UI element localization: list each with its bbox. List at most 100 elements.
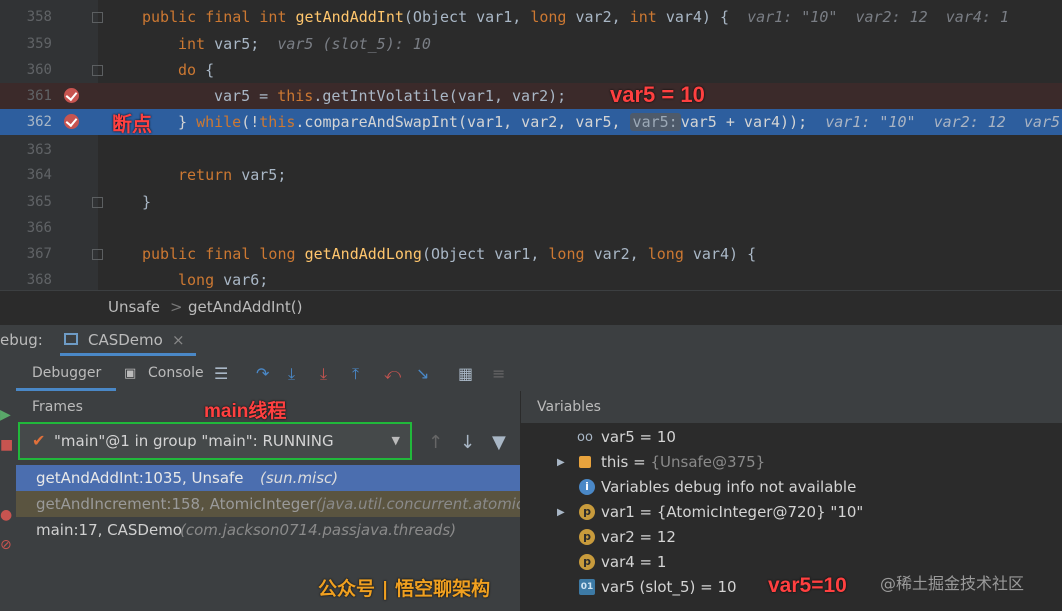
frame-row[interactable]: getAndIncrement:158, AtomicInteger (java… [16, 491, 530, 517]
info-message: Variables debug info not available [601, 478, 857, 496]
variable-row[interactable]: p var2 = 12 [521, 525, 1062, 550]
var5-value-annotation: var5=10 [768, 574, 847, 597]
line-number: 360 [26, 62, 52, 78]
fold-marker-icon[interactable] [92, 12, 103, 23]
line-number: 359 [26, 36, 52, 52]
breadcrumb-method[interactable]: getAndAddInt() [188, 291, 302, 323]
code-line: 364 return var5; [0, 162, 1062, 188]
code-line: 359 int var5; var5 (slot_5): 10 [0, 31, 1062, 57]
watermark-left: 公众号 | 悟空聊架构 [318, 578, 491, 600]
resume-icon[interactable]: ▶ [0, 407, 11, 423]
active-tab-indicator [60, 353, 196, 356]
line-number: 368 [26, 272, 52, 288]
trace-icon[interactable]: ≡ [492, 365, 505, 383]
code-line: 360 do { [0, 57, 1062, 83]
tab-debugger[interactable]: Debugger [32, 365, 101, 381]
console-icon: ▣ [124, 366, 137, 381]
local-variable-icon: 01 [579, 579, 595, 595]
parameter-icon: p [579, 529, 595, 545]
breakpoint-icon[interactable] [64, 114, 79, 129]
session-tab[interactable]: CASDemo [88, 325, 163, 355]
check-icon: ✔ [32, 431, 46, 450]
breadcrumb-class[interactable]: Unsafe [108, 291, 160, 323]
arrow-up-icon[interactable]: ↑ [428, 432, 443, 453]
debug-toolbar: Debugger ▣ Console ☰ ↷ ⤓ ⤓ ⤒ ⤺ ↘ ▦ ≡ [16, 357, 1062, 392]
code-line: 363 [0, 137, 1062, 163]
breadcrumb: Unsafe > getAndAddInt() [0, 290, 1062, 325]
var5-annotation: var5 = 10 [610, 82, 705, 107]
stop-icon[interactable]: ■ [0, 437, 13, 453]
step-into-icon[interactable]: ⤓ [320, 365, 327, 383]
line-number: 365 [26, 194, 52, 210]
tab-console[interactable]: Console [148, 365, 204, 381]
var-value: {Unsafe@375} [650, 453, 766, 471]
evaluate-expression-icon[interactable]: ▦ [458, 365, 473, 383]
line-number: 358 [26, 9, 52, 25]
filter-icon[interactable]: ▼ [492, 432, 506, 453]
info-icon: i [579, 479, 595, 495]
frame-package: (com.jackson0714.passjava.threads) [180, 521, 457, 539]
code-line: 368 long var6; [0, 267, 1062, 290]
execution-line: 362 } while(!this.compareAndSwapInt(var1… [0, 109, 1062, 135]
field-icon [579, 456, 591, 468]
close-icon[interactable]: × [172, 325, 185, 355]
breakpoint-line: 361 var5 = this.getIntVolatile(var1, var… [0, 83, 1062, 109]
var-eq: = [628, 453, 651, 471]
var-eq: = [634, 503, 657, 521]
debug-side-toolbar: ▶ ■ ● ⊘ [0, 357, 17, 611]
inline-value-hint: var5 (slot_5): 10 [277, 35, 431, 53]
show-execution-point-icon[interactable]: ↷ [256, 365, 269, 383]
frame-package: (sun.misc) [260, 469, 339, 487]
var-eq: = [695, 578, 718, 596]
arrow-down-icon[interactable]: ↓ [460, 432, 475, 453]
drop-frame-icon[interactable]: ⤺ [384, 365, 401, 383]
variable-row[interactable]: ▶ p var1 = {AtomicInteger@720} "10" [521, 500, 1062, 525]
layout-icon[interactable]: ☰ [214, 365, 228, 383]
frame-method: main:17, CASDemo [36, 521, 182, 539]
parameter-hint: var5: [629, 113, 681, 131]
view-breakpoints-icon[interactable]: ● [0, 507, 12, 523]
var-name: var2 [601, 528, 635, 546]
watermark-right: @稀土掘金技术社区 [880, 574, 1025, 593]
fold-marker-icon[interactable] [92, 65, 103, 76]
var-eq: = [634, 528, 657, 546]
code-line: 366 [0, 215, 1062, 241]
expand-arrow-icon[interactable]: ▶ [557, 500, 565, 525]
inline-value-hint: var1: "10" var2: 12 var4: 1 [747, 8, 1009, 26]
var-name: var5 (slot_5) [601, 578, 696, 596]
debug-title: ebug: [0, 331, 43, 349]
line-number: 367 [26, 246, 52, 262]
code-line: 367 public final long getAndAddLong(Obje… [0, 241, 1062, 267]
line-number: 364 [26, 167, 52, 183]
var-name: var5 [601, 428, 635, 446]
var-eq: = [634, 428, 657, 446]
chevron-right-icon: > [170, 298, 183, 316]
frame-row[interactable]: main:17, CASDemo (com.jackson0714.passja… [16, 517, 520, 543]
breakpoint-icon[interactable] [64, 88, 79, 103]
variable-row: i Variables debug info not available [521, 475, 1062, 500]
var-eq: = [634, 553, 657, 571]
parameter-icon: p [579, 554, 595, 570]
step-over-icon[interactable]: ⤓ [288, 365, 295, 383]
expand-arrow-icon[interactable]: ▶ [557, 450, 565, 475]
breakpoint-annotation: 断点 [112, 114, 152, 136]
line-number: 361 [26, 88, 52, 104]
run-to-cursor-icon[interactable]: ↘ [416, 365, 429, 383]
fold-marker-icon[interactable] [92, 249, 103, 260]
line-number: 362 [26, 114, 52, 130]
fold-marker-icon[interactable] [92, 197, 103, 208]
watch-glasses-icon: oo [577, 430, 593, 445]
parameter-icon: p [579, 504, 595, 520]
frame-row[interactable]: getAndAddInt:1035, Unsafe (sun.misc) [16, 465, 520, 491]
mute-breakpoints-icon[interactable]: ⊘ [0, 537, 12, 553]
step-out-icon[interactable]: ⤒ [352, 365, 359, 383]
code-editor[interactable]: 358 public final int getAndAddInt(Object… [0, 0, 1062, 290]
var-value: 1 [656, 553, 667, 571]
variable-row[interactable]: oo var5 = 10 [521, 425, 1062, 450]
thread-selector[interactable]: ✔ "main"@1 in group "main": RUNNING ▼ [18, 422, 412, 460]
thread-annotation: main线程 [204, 401, 287, 422]
debug-tool-window-header: ebug: CASDemo × [0, 325, 1062, 358]
variable-row[interactable]: ▶ this = {Unsafe@375} [521, 450, 1062, 475]
frame-package: (java.util.concurrent.atomic) [316, 495, 531, 513]
code-line: 365 } [0, 189, 1062, 215]
